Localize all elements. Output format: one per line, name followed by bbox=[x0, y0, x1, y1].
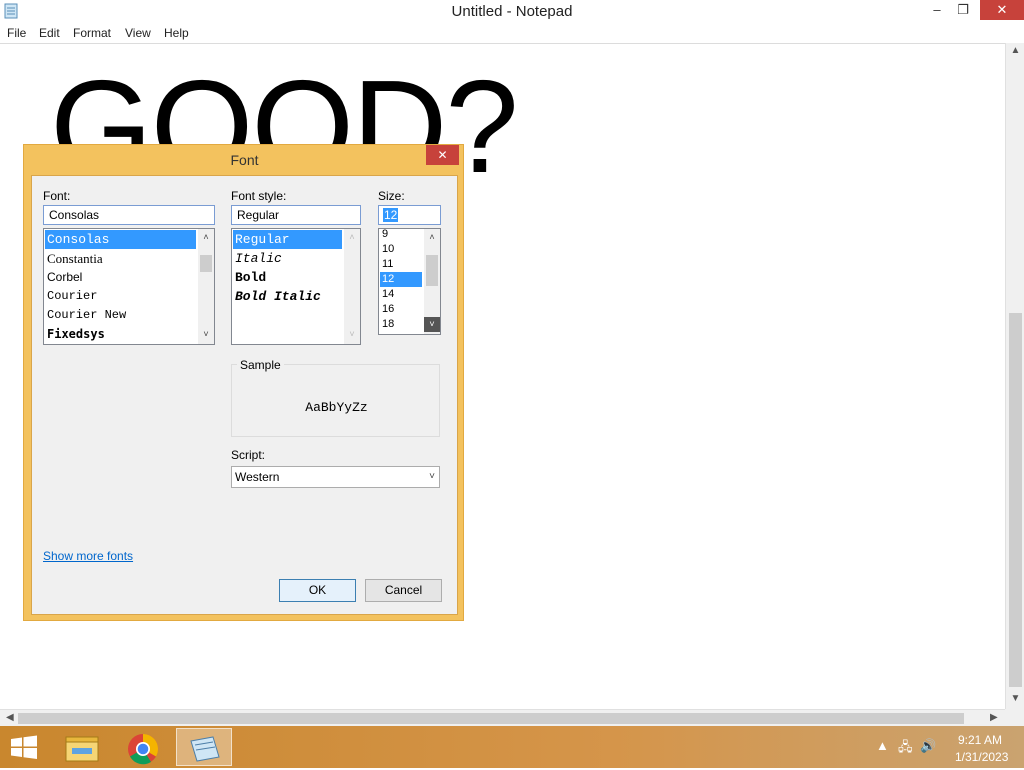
font-style-list[interactable]: Regular Italic Bold Bold Italic ˄ ˅ bbox=[231, 228, 361, 345]
chevron-down-icon: ˅ bbox=[349, 329, 355, 339]
clock-date[interactable]: 1/31/2023 bbox=[955, 750, 1008, 764]
chevron-down-icon: ˅ bbox=[429, 471, 435, 482]
font-style-label: Font style: bbox=[231, 189, 287, 203]
style-list-scrollbar[interactable]: ˄ ˅ bbox=[344, 229, 360, 344]
network-icon[interactable]: 🖧 bbox=[898, 738, 913, 760]
script-label: Script: bbox=[231, 448, 266, 462]
font-list-item-consolas[interactable]: Consolas bbox=[45, 230, 196, 249]
notepad-icon bbox=[190, 736, 220, 762]
cancel-button[interactable]: Cancel bbox=[365, 579, 442, 602]
volume-icon[interactable]: 🔊 bbox=[920, 738, 936, 754]
title-bar: Untitled - Notepad – ❐ ✕ bbox=[0, 0, 1024, 22]
font-list-item-courier-new[interactable]: Courier New bbox=[45, 306, 126, 325]
chrome-icon bbox=[128, 734, 159, 765]
minimize-button[interactable]: – bbox=[922, 0, 952, 20]
taskbar: ▲ 🖧 🔊 9:21 AM 1/31/2023 bbox=[0, 726, 1024, 768]
notepad-taskbar-button[interactable] bbox=[176, 728, 232, 766]
style-list-item-bold[interactable]: Bold bbox=[233, 268, 266, 287]
scrollbar-corner bbox=[1005, 709, 1024, 726]
chevron-up-icon[interactable]: ˄ bbox=[424, 232, 440, 242]
clock-time[interactable]: 9:21 AM bbox=[958, 733, 1002, 747]
horizontal-scrollbar[interactable]: ◀ ▶ bbox=[0, 709, 1005, 727]
size-list-item[interactable]: 10 bbox=[380, 242, 394, 257]
menu-file[interactable]: File bbox=[7, 26, 26, 40]
windows-start-icon bbox=[11, 735, 37, 759]
font-list-item-constantia[interactable]: Constantia bbox=[45, 249, 103, 268]
sample-label: Sample bbox=[237, 358, 284, 372]
sample-preview: AaBbYyZz bbox=[305, 400, 368, 415]
size-input-value: 12 bbox=[383, 208, 399, 222]
show-more-fonts-link[interactable]: Show more fonts bbox=[43, 549, 133, 563]
file-explorer-icon bbox=[65, 736, 99, 762]
script-select-value: Western bbox=[235, 470, 280, 484]
size-input[interactable]: 12 bbox=[378, 205, 441, 225]
style-list-item-italic[interactable]: Italic bbox=[233, 249, 282, 268]
chrome-button[interactable] bbox=[114, 728, 170, 766]
size-list-item-selected[interactable]: 12 bbox=[380, 272, 422, 287]
size-list-item[interactable]: 18 bbox=[380, 317, 394, 332]
font-list-item-courier[interactable]: Courier bbox=[45, 287, 97, 306]
close-button[interactable]: ✕ bbox=[980, 0, 1024, 20]
size-list-item[interactable]: 9 bbox=[380, 229, 388, 242]
vertical-scrollbar[interactable]: ▲ ▼ bbox=[1005, 43, 1024, 709]
sample-group: AaBbYyZz bbox=[231, 364, 440, 437]
font-list-item-fixedsys[interactable]: Fixedsys bbox=[45, 325, 105, 344]
font-list-item-corbel[interactable]: Corbel bbox=[45, 268, 82, 287]
style-list-item-regular[interactable]: Regular bbox=[233, 230, 342, 249]
menu-view[interactable]: View bbox=[125, 26, 151, 40]
horizontal-scroll-thumb[interactable] bbox=[18, 713, 964, 724]
vertical-scroll-thumb[interactable] bbox=[1009, 313, 1022, 687]
ok-button[interactable]: OK bbox=[279, 579, 356, 602]
restore-button[interactable]: ❐ bbox=[952, 0, 974, 20]
menu-format[interactable]: Format bbox=[73, 26, 111, 40]
show-hidden-icons-icon[interactable]: ▲ bbox=[876, 738, 889, 753]
size-list-scroll-thumb[interactable] bbox=[426, 255, 438, 286]
size-list-item[interactable]: 11 bbox=[380, 257, 393, 272]
menu-help[interactable]: Help bbox=[164, 26, 189, 40]
size-list-item[interactable]: 14 bbox=[380, 287, 394, 302]
font-name-input[interactable]: Consolas bbox=[43, 205, 215, 225]
scroll-left-icon[interactable]: ◀ bbox=[6, 712, 14, 723]
window-title: Untitled - Notepad bbox=[451, 3, 573, 20]
scroll-down-icon[interactable]: ▼ bbox=[1006, 693, 1024, 704]
file-explorer-button[interactable] bbox=[56, 728, 112, 766]
font-list[interactable]: Consolas Constantia Corbel Courier Couri… bbox=[43, 228, 215, 345]
size-list-scrollbar[interactable]: ˄ ˅ bbox=[424, 229, 440, 334]
size-label: Size: bbox=[378, 189, 405, 203]
scroll-right-icon[interactable]: ▶ bbox=[990, 712, 998, 723]
font-list-scroll-thumb[interactable] bbox=[200, 255, 212, 272]
chevron-up-icon: ˄ bbox=[349, 232, 355, 242]
scroll-up-icon[interactable]: ▲ bbox=[1006, 45, 1024, 56]
size-list-item[interactable]: 16 bbox=[380, 302, 394, 317]
menu-edit[interactable]: Edit bbox=[39, 26, 60, 40]
chevron-up-icon[interactable]: ˄ bbox=[198, 232, 214, 242]
menu-bar: File Edit Format View Help bbox=[0, 22, 1024, 44]
script-select[interactable]: Western ˅ bbox=[231, 466, 440, 488]
chevron-down-icon[interactable]: ˅ bbox=[424, 317, 440, 332]
size-list[interactable]: 9 10 11 12 14 16 18 ˄ ˅ bbox=[378, 228, 441, 335]
dialog-close-button[interactable]: ✕ bbox=[426, 145, 459, 165]
style-list-item-bold-italic[interactable]: Bold Italic bbox=[233, 287, 321, 306]
start-button[interactable] bbox=[0, 728, 56, 766]
dialog-title: Font bbox=[230, 152, 259, 168]
font-label: Font: bbox=[43, 189, 71, 203]
chevron-down-icon[interactable]: ˅ bbox=[198, 329, 214, 339]
font-list-scrollbar[interactable]: ˄ ˅ bbox=[198, 229, 214, 344]
font-style-input[interactable]: Regular bbox=[231, 205, 361, 225]
